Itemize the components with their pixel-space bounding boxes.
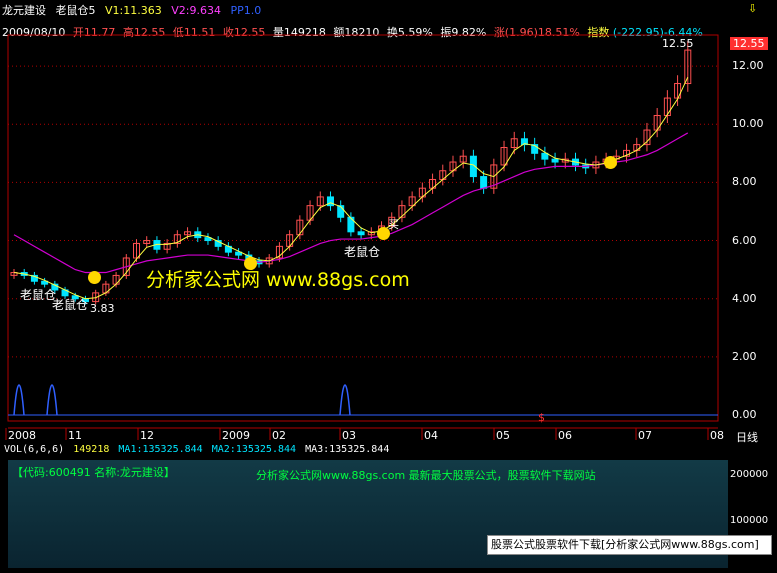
time-axis-label: 11 bbox=[68, 429, 82, 442]
candle bbox=[551, 158, 559, 163]
candle bbox=[337, 205, 345, 218]
time-axis-label: 04 bbox=[424, 429, 438, 442]
volume-ma2: MA2:135325.844 bbox=[211, 444, 297, 455]
signal-spike bbox=[13, 384, 25, 416]
time-axis-label: 2008 bbox=[8, 429, 36, 442]
time-axis-label: 2009 bbox=[222, 429, 250, 442]
stock-code: 【代码:600491 bbox=[12, 466, 91, 479]
price-ytick: 10.00 bbox=[732, 117, 764, 131]
candle bbox=[326, 196, 334, 207]
price-ytick: 6.00 bbox=[732, 233, 757, 247]
time-axis-label: 12 bbox=[140, 429, 154, 442]
time-axis-label: 07 bbox=[638, 429, 652, 442]
time-axis-label: 08 bbox=[710, 429, 724, 442]
smiley-icon bbox=[604, 156, 617, 169]
dollar-marker: $ bbox=[538, 411, 545, 424]
annotation-buy: 买 bbox=[388, 218, 399, 231]
smiley-icon bbox=[377, 227, 390, 240]
price-ytick: 12.00 bbox=[732, 59, 764, 73]
annotation-rat-3: 老鼠仓 bbox=[344, 245, 381, 259]
volume-ma1: MA1:135325.844 bbox=[118, 444, 203, 455]
time-axis-label: 03 bbox=[342, 429, 356, 442]
volume-ytick: 100000 bbox=[730, 515, 769, 526]
low-price-label: 3.83 bbox=[90, 302, 115, 315]
period-label[interactable]: 日线 bbox=[736, 429, 758, 445]
watermark: 分析家公式网 www.88gs.com bbox=[146, 269, 410, 291]
time-axis-label: 02 bbox=[272, 429, 286, 442]
time-axis-label: 05 bbox=[496, 429, 510, 442]
info-code: 【代码:600491 名称:龙元建设】 bbox=[12, 464, 175, 480]
last-price-tag: 12.55 bbox=[730, 37, 768, 50]
signal-spike bbox=[339, 384, 351, 416]
candle bbox=[347, 216, 355, 233]
price-ytick: 2.00 bbox=[732, 349, 757, 363]
price-ytick: 4.00 bbox=[732, 291, 757, 305]
volume-ma3: MA3:135325.844 bbox=[305, 444, 390, 455]
annotation-rat-1: 老鼠仓 bbox=[20, 288, 57, 302]
price-ytick: 8.00 bbox=[732, 175, 757, 189]
smiley-icon bbox=[88, 271, 101, 284]
candle bbox=[357, 231, 365, 236]
bottom-banner[interactable]: 股票公式股票软件下载[分析家公式网www.88gs.com] bbox=[487, 535, 772, 555]
info-slogan: 分析家公式网www.88gs.com 最新最大股票公式，股票软件下载网站 bbox=[256, 469, 596, 482]
volume-ytick: 200000 bbox=[730, 469, 769, 480]
signal-spike bbox=[46, 384, 58, 416]
volume-value: 149218 bbox=[73, 444, 110, 455]
annotation-rat-2: 老鼠仓 bbox=[52, 298, 89, 312]
stock-name-info: 名称:龙元建设】 bbox=[94, 466, 175, 479]
volume-title: VOL(6,6,6) bbox=[4, 444, 65, 455]
volume-header: VOL(6,6,6) 149218 MA1:135325.844 MA2:135… bbox=[4, 444, 389, 455]
time-axis-label: 06 bbox=[558, 429, 572, 442]
price-panel-frame bbox=[7, 34, 719, 422]
candle bbox=[541, 152, 549, 160]
price-ytick: 0.00 bbox=[732, 408, 757, 421]
candle bbox=[480, 176, 488, 189]
high-price-label: 12.55 bbox=[662, 37, 694, 50]
